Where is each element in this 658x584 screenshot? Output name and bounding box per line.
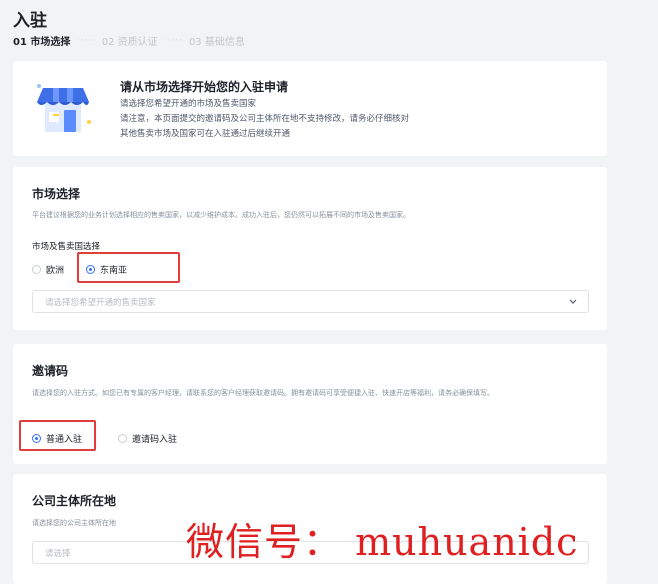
invite-description: 请选择您的入驻方式。如您已有专属的客户经理，请联系您的客户经理获取邀请码。拥有邀… xyxy=(32,389,494,397)
step-separator: ····· xyxy=(76,35,96,46)
market-description: 平台建议根据您的业务计划选择相应的售卖国家，以减少维护成本。成功入驻后，您仍然可… xyxy=(32,211,410,219)
select-placeholder: 请选择您希望开通的售卖国家 xyxy=(45,298,156,308)
radio-checked-icon xyxy=(86,265,95,274)
step-basic-info: 03 基础信息 xyxy=(188,37,245,48)
company-description: 请选择您的公司主体所在地 xyxy=(32,519,116,527)
intro-line: 请选择您希望开通的市场及售卖国家 xyxy=(120,99,257,109)
step-market-selection: 01 市场选择 xyxy=(13,37,71,48)
chevron-down-icon xyxy=(569,299,577,304)
radio-normal-entry[interactable]: 普通入驻 xyxy=(32,432,82,445)
radio-invite-code-entry[interactable]: 邀请码入驻 xyxy=(118,432,177,445)
watermark: 微信号： muhuanidc xyxy=(186,520,579,564)
intro-line: 其他售卖市场及国家可在入驻通过后继续开通 xyxy=(120,129,291,139)
intro-card: 请从市场选择开始您的入驻申请 请选择您希望开通的市场及售卖国家 请注意，本页面提… xyxy=(13,61,607,156)
radio-europe[interactable]: 欧洲 xyxy=(32,263,64,276)
intro-line: 请注意，本页面提交的邀请码及公司主体所在地不支持修改，请务必仔细核对 xyxy=(120,114,410,124)
radio-label: 邀请码入驻 xyxy=(132,435,178,445)
step-qualification: 02 资质认证 xyxy=(101,37,158,48)
page-title: 入驻 xyxy=(13,11,47,31)
radio-label: 东南亚 xyxy=(100,266,128,276)
market-card: 市场选择 平台建议根据您的业务计划选择相应的售卖国家，以减少维护成本。成功入驻后… xyxy=(13,167,607,330)
market-field-label: 市场及售卖国选择 xyxy=(32,242,101,252)
step-separator: ····· xyxy=(163,35,183,46)
intro-title: 请从市场选择开始您的入驻申请 xyxy=(120,80,289,94)
company-section-title: 公司主体所在地 xyxy=(32,494,117,508)
market-section-title: 市场选择 xyxy=(32,187,81,201)
radio-label: 普通入驻 xyxy=(46,435,83,445)
radio-unchecked-icon xyxy=(118,434,127,443)
select-placeholder: 请选择 xyxy=(45,549,71,559)
radio-label: 欧洲 xyxy=(46,266,65,276)
country-select[interactable]: 请选择您希望开通的售卖国家 xyxy=(32,290,589,313)
invite-section-title: 邀请码 xyxy=(32,364,69,378)
radio-southeast-asia[interactable]: 东南亚 xyxy=(86,263,127,276)
step-indicator: 01 市场选择 ····· 02 资质认证 ····· 03 基础信息 xyxy=(13,33,245,49)
invite-card: 邀请码 请选择您的入驻方式。如您已有专属的客户经理，请联系您的客户经理获取邀请码… xyxy=(13,344,607,464)
radio-unchecked-icon xyxy=(32,265,41,274)
storefront-icon xyxy=(37,84,91,132)
radio-checked-icon xyxy=(32,434,41,443)
